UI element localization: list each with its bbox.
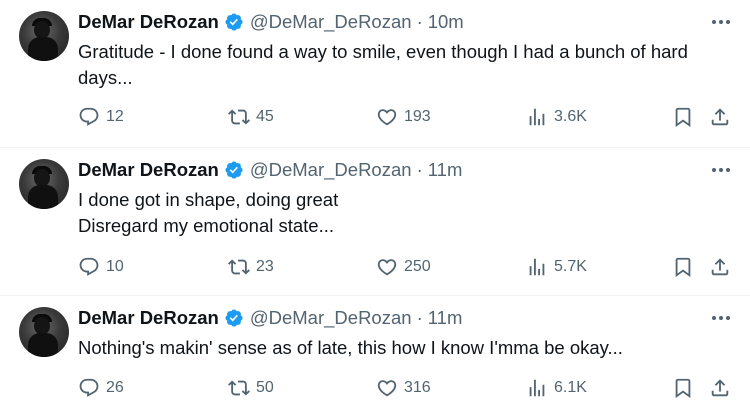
- tweet[interactable]: DeMar DeRozan @DeMar_DeRozan · 11m I don…: [0, 148, 750, 296]
- like-count: 193: [404, 108, 431, 125]
- share-icon: [711, 108, 729, 126]
- views-count: 6.1K: [554, 379, 587, 396]
- avatar[interactable]: [19, 11, 69, 61]
- retweet-icon: [228, 259, 250, 275]
- bookmark-icon: [675, 107, 691, 128]
- like-icon: [377, 109, 397, 126]
- views-count: 3.6K: [554, 108, 587, 125]
- separator-dot: ·: [416, 307, 423, 328]
- tweet-header: DeMar DeRozan @DeMar_DeRozan · 11m: [78, 158, 462, 182]
- views-button[interactable]: 5.7K: [526, 256, 587, 278]
- reply-count: 10: [106, 258, 124, 275]
- bookmark-button[interactable]: [672, 377, 694, 399]
- bookmark-icon: [675, 378, 691, 399]
- views-icon: [529, 108, 545, 126]
- tweet-text: Gratitude - I done found a way to smile,…: [78, 39, 733, 91]
- views-count: 5.7K: [554, 258, 587, 275]
- tweet-text-line: Nothing's makin' sense as of late, this …: [78, 337, 623, 358]
- timestamp[interactable]: 10m: [428, 11, 464, 33]
- tweet-text: Nothing's makin' sense as of late, this …: [78, 335, 733, 361]
- author-handle[interactable]: @DeMar_DeRozan: [250, 307, 412, 329]
- share-button[interactable]: [709, 106, 731, 128]
- tweet-header: DeMar DeRozan @DeMar_DeRozan · 11m: [78, 306, 462, 330]
- views-button[interactable]: 6.1K: [526, 377, 587, 399]
- avatar[interactable]: [19, 307, 69, 357]
- author-handle[interactable]: @DeMar_DeRozan: [250, 11, 412, 33]
- reply-button[interactable]: 26: [78, 377, 124, 399]
- author-name[interactable]: DeMar DeRozan: [78, 159, 219, 181]
- like-icon: [377, 380, 397, 397]
- author-name[interactable]: DeMar DeRozan: [78, 307, 219, 329]
- tweet[interactable]: DeMar DeRozan @DeMar_DeRozan · 11m Nothi…: [0, 296, 750, 416]
- bookmark-button[interactable]: [672, 256, 694, 278]
- reply-button[interactable]: 12: [78, 106, 124, 128]
- tweet-text-line: Gratitude - I done found a way to smile,…: [78, 41, 688, 88]
- retweet-icon: [228, 109, 250, 125]
- reply-button[interactable]: 10: [78, 256, 124, 278]
- share-icon: [711, 379, 729, 397]
- more-icon[interactable]: [710, 14, 732, 30]
- retweet-button[interactable]: 50: [228, 377, 274, 399]
- separator-dot: ·: [416, 11, 423, 32]
- tweet-text: I done got in shape, doing great Disrega…: [78, 187, 733, 239]
- retweet-count: 23: [256, 258, 274, 275]
- retweet-count: 50: [256, 379, 274, 396]
- like-button[interactable]: 250: [376, 256, 431, 278]
- share-icon: [711, 258, 729, 276]
- more-icon[interactable]: [710, 162, 732, 178]
- views-icon: [529, 258, 545, 276]
- reply-count: 26: [106, 379, 124, 396]
- tweet-actions: 10 23 250 5.7K: [78, 256, 732, 280]
- like-button[interactable]: 316: [376, 377, 431, 399]
- tweet-text-line: Disregard my emotional state...: [78, 215, 335, 236]
- verified-badge-icon: [224, 308, 244, 328]
- verified-badge-icon: [224, 160, 244, 180]
- bookmark-button[interactable]: [672, 106, 694, 128]
- tweet-text-line: I done got in shape, doing great: [78, 189, 339, 210]
- more-icon[interactable]: [710, 310, 732, 326]
- bookmark-icon: [675, 257, 691, 278]
- like-button[interactable]: 193: [376, 106, 431, 128]
- like-count: 316: [404, 379, 431, 396]
- tweet-actions: 12 45 193 3.6K: [78, 106, 732, 130]
- retweet-count: 45: [256, 108, 274, 125]
- author-name[interactable]: DeMar DeRozan: [78, 11, 219, 33]
- reply-icon: [79, 257, 99, 276]
- timestamp[interactable]: 11m: [428, 159, 463, 181]
- avatar[interactable]: [19, 159, 69, 209]
- timestamp[interactable]: 11m: [428, 307, 463, 329]
- views-icon: [529, 379, 545, 397]
- retweet-button[interactable]: 45: [228, 106, 274, 128]
- tweet-actions: 26 50 316 6.1K: [78, 377, 732, 401]
- reply-icon: [79, 107, 99, 126]
- like-count: 250: [404, 258, 431, 275]
- reply-count: 12: [106, 108, 124, 125]
- share-button[interactable]: [709, 256, 731, 278]
- tweet-header: DeMar DeRozan @DeMar_DeRozan · 10m: [78, 10, 464, 34]
- retweet-button[interactable]: 23: [228, 256, 274, 278]
- views-button[interactable]: 3.6K: [526, 106, 587, 128]
- retweet-icon: [228, 380, 250, 396]
- tweet[interactable]: DeMar DeRozan @DeMar_DeRozan · 10m Grati…: [0, 0, 750, 148]
- verified-badge-icon: [224, 12, 244, 32]
- reply-icon: [79, 378, 99, 397]
- share-button[interactable]: [709, 377, 731, 399]
- like-icon: [377, 259, 397, 276]
- separator-dot: ·: [416, 159, 423, 180]
- author-handle[interactable]: @DeMar_DeRozan: [250, 159, 412, 181]
